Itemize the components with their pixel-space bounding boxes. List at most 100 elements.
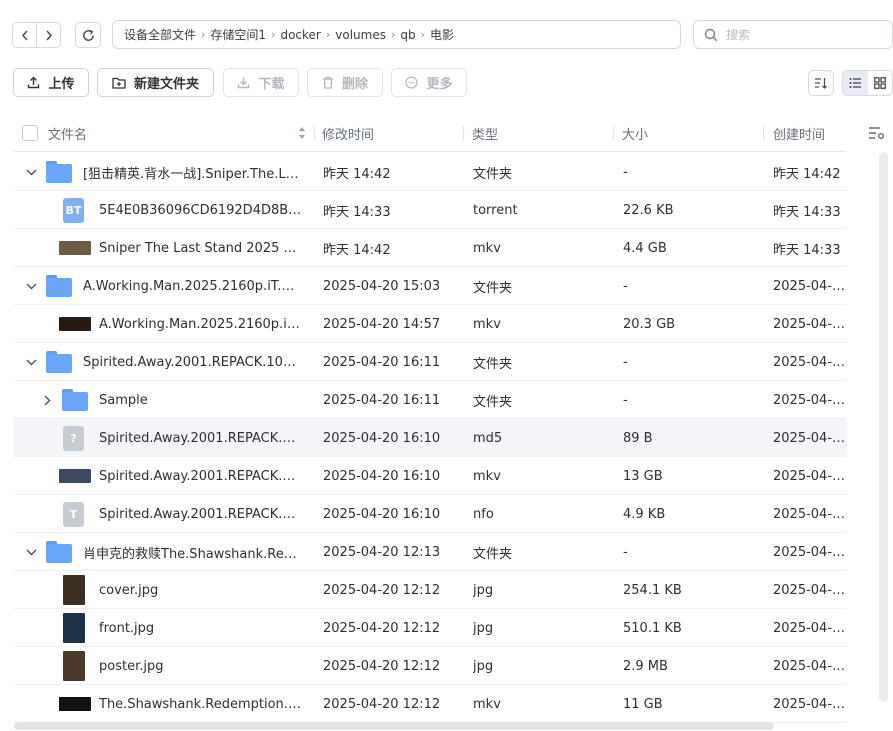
table-row[interactable]: T Spirited.Away.2001.REPACK.1080p.BluRay 2…: [14, 495, 847, 533]
file-name: cover.jpg: [99, 571, 302, 609]
table-row[interactable]: Sniper The Last Stand 2025 2160p 昨天 14:42…: [14, 229, 847, 267]
file-name-text: The.Shawshank.Redemption.1994: [99, 696, 302, 712]
folder-icon: [46, 343, 80, 381]
modified-time: 2025-04-20 12:13: [323, 533, 463, 571]
table-row[interactable]: poster.jpg 2025-04-20 12:12 jpg 2.9 MB 2025-…: [14, 647, 847, 685]
breadcrumb-separator-icon: ›: [201, 28, 206, 41]
unknown-file-icon: ?: [63, 419, 97, 457]
table-row[interactable]: 肖申克的救赎The.Shawshank.Redemption 2025-04-20…: [14, 533, 847, 571]
table-row[interactable]: BT 5E4E0B36096CD6192D4D8BA5 昨天 14:33 torren…: [14, 191, 847, 229]
search-input[interactable]: [726, 27, 876, 42]
trash-icon: [322, 76, 333, 89]
created-time: 昨天 14:33: [773, 229, 847, 267]
column-created-label: 创建时间: [773, 127, 826, 143]
file-size: -: [623, 343, 763, 381]
table-row[interactable]: [狙击精英.背水一战].Sniper.The.Last.Stand 昨天 14:4…: [14, 153, 847, 191]
column-header-size[interactable]: 大小: [622, 114, 648, 152]
breadcrumb-item[interactable]: docker: [280, 28, 320, 42]
image-thumbnail: [63, 571, 97, 609]
column-header-created[interactable]: 创建时间: [773, 114, 825, 152]
column-header-modified[interactable]: 修改时间: [322, 114, 374, 152]
file-type-text: 文件夹: [473, 166, 513, 182]
file-type-text: 文件夹: [473, 356, 513, 372]
file-name: A.Working.Man.2025.2160p.iT.WEB-DL: [99, 305, 302, 343]
file-name: Sample: [99, 381, 302, 419]
chevron-right-icon[interactable]: [40, 381, 54, 419]
column-divider[interactable]: [613, 126, 614, 140]
more-label: 更多: [426, 77, 453, 92]
back-button[interactable]: [13, 23, 36, 47]
modified-time: 2025-04-20 12:12: [323, 647, 463, 685]
column-divider[interactable]: [463, 126, 464, 140]
search-box[interactable]: [693, 20, 893, 49]
chevron-down-icon[interactable]: [24, 343, 38, 381]
forward-button[interactable]: [36, 23, 60, 47]
breadcrumb-item[interactable]: qb: [400, 28, 415, 42]
upload-button[interactable]: 上传: [13, 68, 89, 97]
grid-view-button[interactable]: [868, 71, 893, 95]
file-type: jpg: [473, 609, 613, 647]
sort-button[interactable]: [808, 70, 834, 96]
column-sort-icon[interactable]: [298, 114, 306, 152]
column-settings-button[interactable]: [868, 126, 885, 144]
list-view-button[interactable]: [843, 71, 868, 95]
file-name-text: A.Working.Man.2025.2160p.iT.WEB-DL: [83, 278, 302, 294]
torrent-icon: BT: [63, 191, 97, 229]
column-name-label: 文件名: [48, 127, 88, 143]
modified-time: 2025-04-20 16:10: [323, 495, 463, 533]
image-thumbnail: [63, 647, 97, 685]
table-row[interactable]: A.Working.Man.2025.2160p.iT.WEB-DL 2025-0…: [14, 305, 847, 343]
table-row[interactable]: A.Working.Man.2025.2160p.iT.WEB-DL 2025-0…: [14, 267, 847, 305]
upload-label: 上传: [48, 77, 75, 92]
column-modified-label: 修改时间: [322, 127, 375, 143]
breadcrumb-item[interactable]: 设备全部文件: [124, 26, 196, 43]
file-size-text: 510.1 KB: [623, 620, 682, 636]
breadcrumb-item[interactable]: 存储空间1: [210, 26, 266, 43]
created-time-text: 昨天 14:42: [773, 166, 841, 182]
chevron-down-icon[interactable]: [24, 267, 38, 305]
created-time-text: 2025-04-20: [773, 392, 847, 408]
select-all-checkbox[interactable]: [22, 114, 38, 152]
chevron-down-icon[interactable]: [24, 533, 38, 571]
column-divider[interactable]: [314, 126, 315, 140]
refresh-button[interactable]: [75, 22, 101, 48]
created-time-text: 2025-04-20: [773, 278, 847, 294]
more-button[interactable]: 更多: [391, 68, 467, 97]
file-type-text: 文件夹: [473, 280, 513, 296]
column-header-type[interactable]: 类型: [472, 114, 498, 152]
delete-button[interactable]: 删除: [307, 68, 383, 97]
table-row[interactable]: cover.jpg 2025-04-20 12:12 jpg 254.1 KB 2025…: [14, 571, 847, 609]
breadcrumb-item[interactable]: volumes: [335, 28, 386, 42]
created-time-text: 2025-04-20: [773, 658, 847, 674]
created-time-text: 2025-04-20: [773, 354, 847, 370]
file-size-text: -: [623, 392, 628, 408]
table-row[interactable]: Spirited.Away.2001.REPACK.1080p.BluRay 20…: [14, 343, 847, 381]
column-divider[interactable]: [763, 126, 764, 140]
folder-icon: [46, 533, 80, 571]
vertical-scrollbar[interactable]: [879, 152, 888, 702]
file-size-text: 254.1 KB: [623, 582, 682, 598]
created-time: 昨天 14:33: [773, 191, 847, 229]
new-folder-button[interactable]: 新建文件夹: [97, 68, 214, 97]
breadcrumb-item[interactable]: 电影: [430, 26, 454, 43]
column-header-name[interactable]: 文件名: [48, 114, 87, 152]
file-size-text: 20.3 GB: [623, 316, 676, 332]
modified-time: 昨天 14:33: [323, 191, 463, 229]
table-row[interactable]: The.Shawshank.Redemption.1994 2025-04-20 …: [14, 685, 847, 723]
table-row[interactable]: Sample 2025-04-20 16:11 文件夹 - 2025-04-20: [14, 381, 847, 419]
table-row[interactable]: front.jpg 2025-04-20 12:12 jpg 510.1 KB 2025…: [14, 609, 847, 647]
file-name-text: 5E4E0B36096CD6192D4D8BA5: [99, 202, 302, 218]
horizontal-scrollbar[interactable]: [14, 722, 774, 730]
file-size: 4.4 GB: [623, 229, 763, 267]
modified-time: 2025-04-20 16:11: [323, 381, 463, 419]
video-thumbnail: [59, 229, 93, 267]
view-mode-toggle: [842, 70, 893, 96]
file-size: 2.9 MB: [623, 647, 763, 685]
file-name-text: 肖申克的救赎The.Shawshank.Redemption: [83, 546, 302, 562]
modified-time: 2025-04-20 12:12: [323, 609, 463, 647]
table-row[interactable]: ? Spirited.Away.2001.REPACK.1080p.BluRay 2…: [14, 419, 847, 457]
chevron-down-icon[interactable]: [24, 153, 38, 191]
table-row[interactable]: Spirited.Away.2001.REPACK.1080p.BluRay 20…: [14, 457, 847, 495]
download-button[interactable]: 下载: [223, 68, 299, 97]
file-name: 5E4E0B36096CD6192D4D8BA5: [99, 191, 302, 229]
